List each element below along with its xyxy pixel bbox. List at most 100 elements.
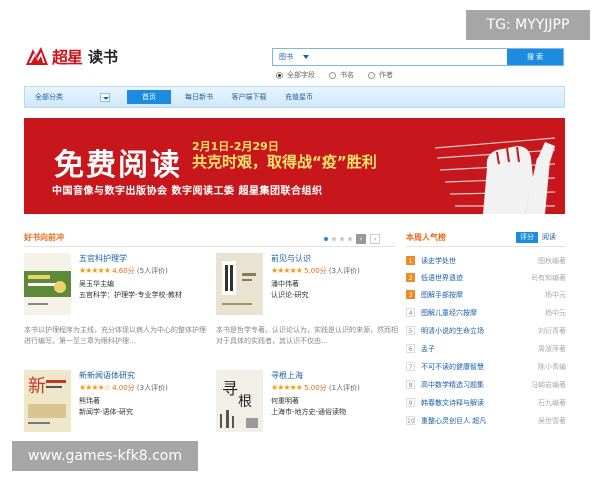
rank-author: 杨中元	[545, 290, 566, 299]
book-category: 认识论-研究	[271, 291, 309, 299]
banner-title: 免费阅读	[54, 148, 182, 183]
rank-title[interactable]: 重整心灵创巨人 超凡	[421, 416, 513, 426]
nav-item-client-download[interactable]: 客户端下载	[227, 90, 271, 104]
ranking-item[interactable]: 8 高中数学精选习题集 冯朝岩编著	[406, 378, 566, 391]
search-category-select[interactable]: 图书	[273, 49, 313, 65]
radio-label: 作者	[379, 71, 393, 79]
logo-swoosh-icon	[24, 45, 50, 67]
rank-title[interactable]: 低语世界遗迹	[421, 273, 513, 283]
book-cover[interactable]: 新	[24, 370, 71, 432]
rating-score: 5.00分	[304, 384, 327, 392]
radio-label: 全部字段	[287, 71, 315, 79]
site-logo[interactable]: 超星 读书	[24, 44, 118, 68]
rating-score: 4.00分	[112, 384, 135, 392]
ranking-item[interactable]: 4 图解儿童经穴按摩 杨中元	[406, 306, 566, 319]
rank-author: 司有和编著	[531, 273, 566, 282]
rank-author: 图秋编著	[538, 256, 566, 265]
book-cover[interactable]: 寻 根	[216, 370, 263, 432]
radio-all-fields[interactable]: 全部字段	[276, 70, 315, 80]
ranking-item[interactable]: 7 不可不读的健康智慧 陈小青编	[406, 360, 566, 373]
watermark-bottom: www.games-kfk8.com	[12, 441, 198, 471]
logo-text: 超星	[52, 48, 83, 67]
main-nav: 全部分类 首页 每日新书 客户端下载 充值星币	[24, 86, 565, 108]
banner-organizers: 中国音像与数字出版协会 数字阅读工委 超星集团联合组织	[52, 186, 323, 197]
rank-title[interactable]: 孟子	[421, 344, 513, 354]
promo-banner[interactable]: 免费阅读 2月1日-2月29日 共克时艰，取得战“疫”胜利 中国音像与数字出版协…	[24, 118, 565, 214]
all-categories-dropdown[interactable]: 全部分类	[35, 87, 63, 107]
ranking-item[interactable]: 3 图解手部按摩 杨中元	[406, 288, 566, 301]
book-category: 上海市-地方史-通俗读物	[271, 408, 347, 416]
rank-number: 1	[406, 256, 415, 265]
prev-page-button[interactable]: ‹	[356, 234, 366, 244]
search-input[interactable]	[313, 49, 507, 65]
raised-fist-illustration	[405, 118, 565, 214]
search-scope-radios: 全部字段 书名 作者	[276, 70, 393, 80]
nav-item-recharge[interactable]: 充值星币	[277, 90, 321, 104]
rank-number: 2	[406, 273, 415, 282]
pager-dot[interactable]	[340, 237, 344, 241]
header: 超星 读书 图书 搜 索 全部字段 书名 作者	[24, 40, 569, 85]
radio-dot	[368, 71, 375, 79]
rank-title[interactable]: 不可不读的健康智慧	[421, 362, 513, 372]
ranking-item[interactable]: 2 低语世界遗迹 司有和编著	[406, 271, 566, 284]
ranking-item[interactable]: 5 明清小说的生命立场 刘衍青著	[406, 324, 566, 337]
book-category: 五官科学：护理学-专业学校-教材	[79, 291, 183, 299]
book-cover[interactable]	[24, 253, 71, 315]
pager-dot[interactable]	[324, 237, 328, 241]
search-button[interactable]: 搜 索	[507, 49, 563, 65]
tab-score[interactable]: 评分	[516, 232, 538, 243]
rank-author: 杨中元	[545, 308, 566, 317]
book-title[interactable]: 前见与认识	[271, 253, 311, 264]
book-title[interactable]: 新新闻语体研究	[79, 370, 135, 381]
ranking-item[interactable]: 9 韩春散文诗释与解读 石九编著	[406, 396, 566, 409]
banner-slogan: 共克时艰，取得战“疫”胜利	[192, 153, 377, 171]
rank-number: 6	[406, 344, 415, 353]
rank-title[interactable]: 高中数学精选习题集	[421, 380, 513, 390]
rank-author: 石九编著	[538, 398, 566, 407]
book-rating: ★★★★★ 4.60分 (5人评价)	[79, 266, 168, 276]
radio-title[interactable]: 书名	[329, 70, 354, 80]
rank-number: 10	[406, 416, 415, 425]
rank-number: 4	[406, 308, 415, 317]
next-page-button[interactable]: ›	[370, 234, 380, 244]
ranking-tabs: 评分 阅读	[516, 232, 560, 243]
rank-title[interactable]: 图解儿童经穴按摩	[421, 308, 513, 318]
tab-reading[interactable]: 阅读	[538, 232, 560, 243]
radio-author[interactable]: 作者	[368, 70, 393, 80]
rank-number: 9	[406, 398, 415, 407]
book-title[interactable]: 寻根上海	[271, 370, 303, 381]
divider	[24, 246, 396, 247]
star-rating-icon: ★★★★★	[79, 266, 111, 275]
rank-author: 吴世雪著	[538, 416, 566, 425]
ranking-item[interactable]: 1 读史学处世 图秋编著	[406, 254, 566, 267]
rank-title[interactable]: 图解手部按摩	[421, 290, 513, 300]
watermark-top: TG: MYYJJPP	[466, 10, 590, 40]
ranking-item[interactable]: 6 孟子 周淑萍著	[406, 342, 566, 355]
nav-item-home[interactable]: 首页	[127, 90, 171, 104]
rating-count: (1人评价)	[328, 384, 360, 392]
book-author: 熊玮著	[79, 397, 100, 405]
rank-title[interactable]: 明清小说的生命立场	[421, 326, 513, 336]
chevron-down-icon	[303, 55, 309, 59]
chevron-down-icon[interactable]	[100, 93, 110, 102]
rank-author: 周淑萍著	[538, 344, 566, 353]
rating-count: (5人评价)	[136, 267, 168, 275]
pager-dot[interactable]	[332, 237, 336, 241]
rating-count: (3人评价)	[328, 267, 360, 275]
rank-title[interactable]: 韩春散文诗释与解读	[421, 398, 513, 408]
nav-item-daily-new[interactable]: 每日新书	[177, 90, 221, 104]
book-cover[interactable]	[216, 253, 263, 315]
rank-number: 5	[406, 326, 415, 335]
svg-text:根: 根	[238, 394, 252, 410]
search-category-label: 图书	[279, 53, 293, 61]
pager-dot[interactable]	[348, 237, 352, 241]
radio-dot	[276, 71, 283, 79]
featured-books-section: 好书向前冲 ‹ ›	[24, 232, 396, 247]
rank-title[interactable]: 读史学处世	[421, 256, 513, 266]
ranking-item[interactable]: 10 重整心灵创巨人 超凡 吴世雪著	[406, 414, 566, 427]
book-author: 何重明著	[271, 397, 299, 405]
book-rating: ★★★★☆ 4.00分 (3人评价)	[79, 383, 168, 393]
carousel-pager: ‹ ›	[324, 234, 380, 244]
book-title[interactable]: 五官科护理学	[79, 253, 127, 264]
book-description: 本书是哲学专著。认识论认为，实践是认识的来源，然而相对于具体的实践者，其认识不仅…	[216, 326, 398, 345]
